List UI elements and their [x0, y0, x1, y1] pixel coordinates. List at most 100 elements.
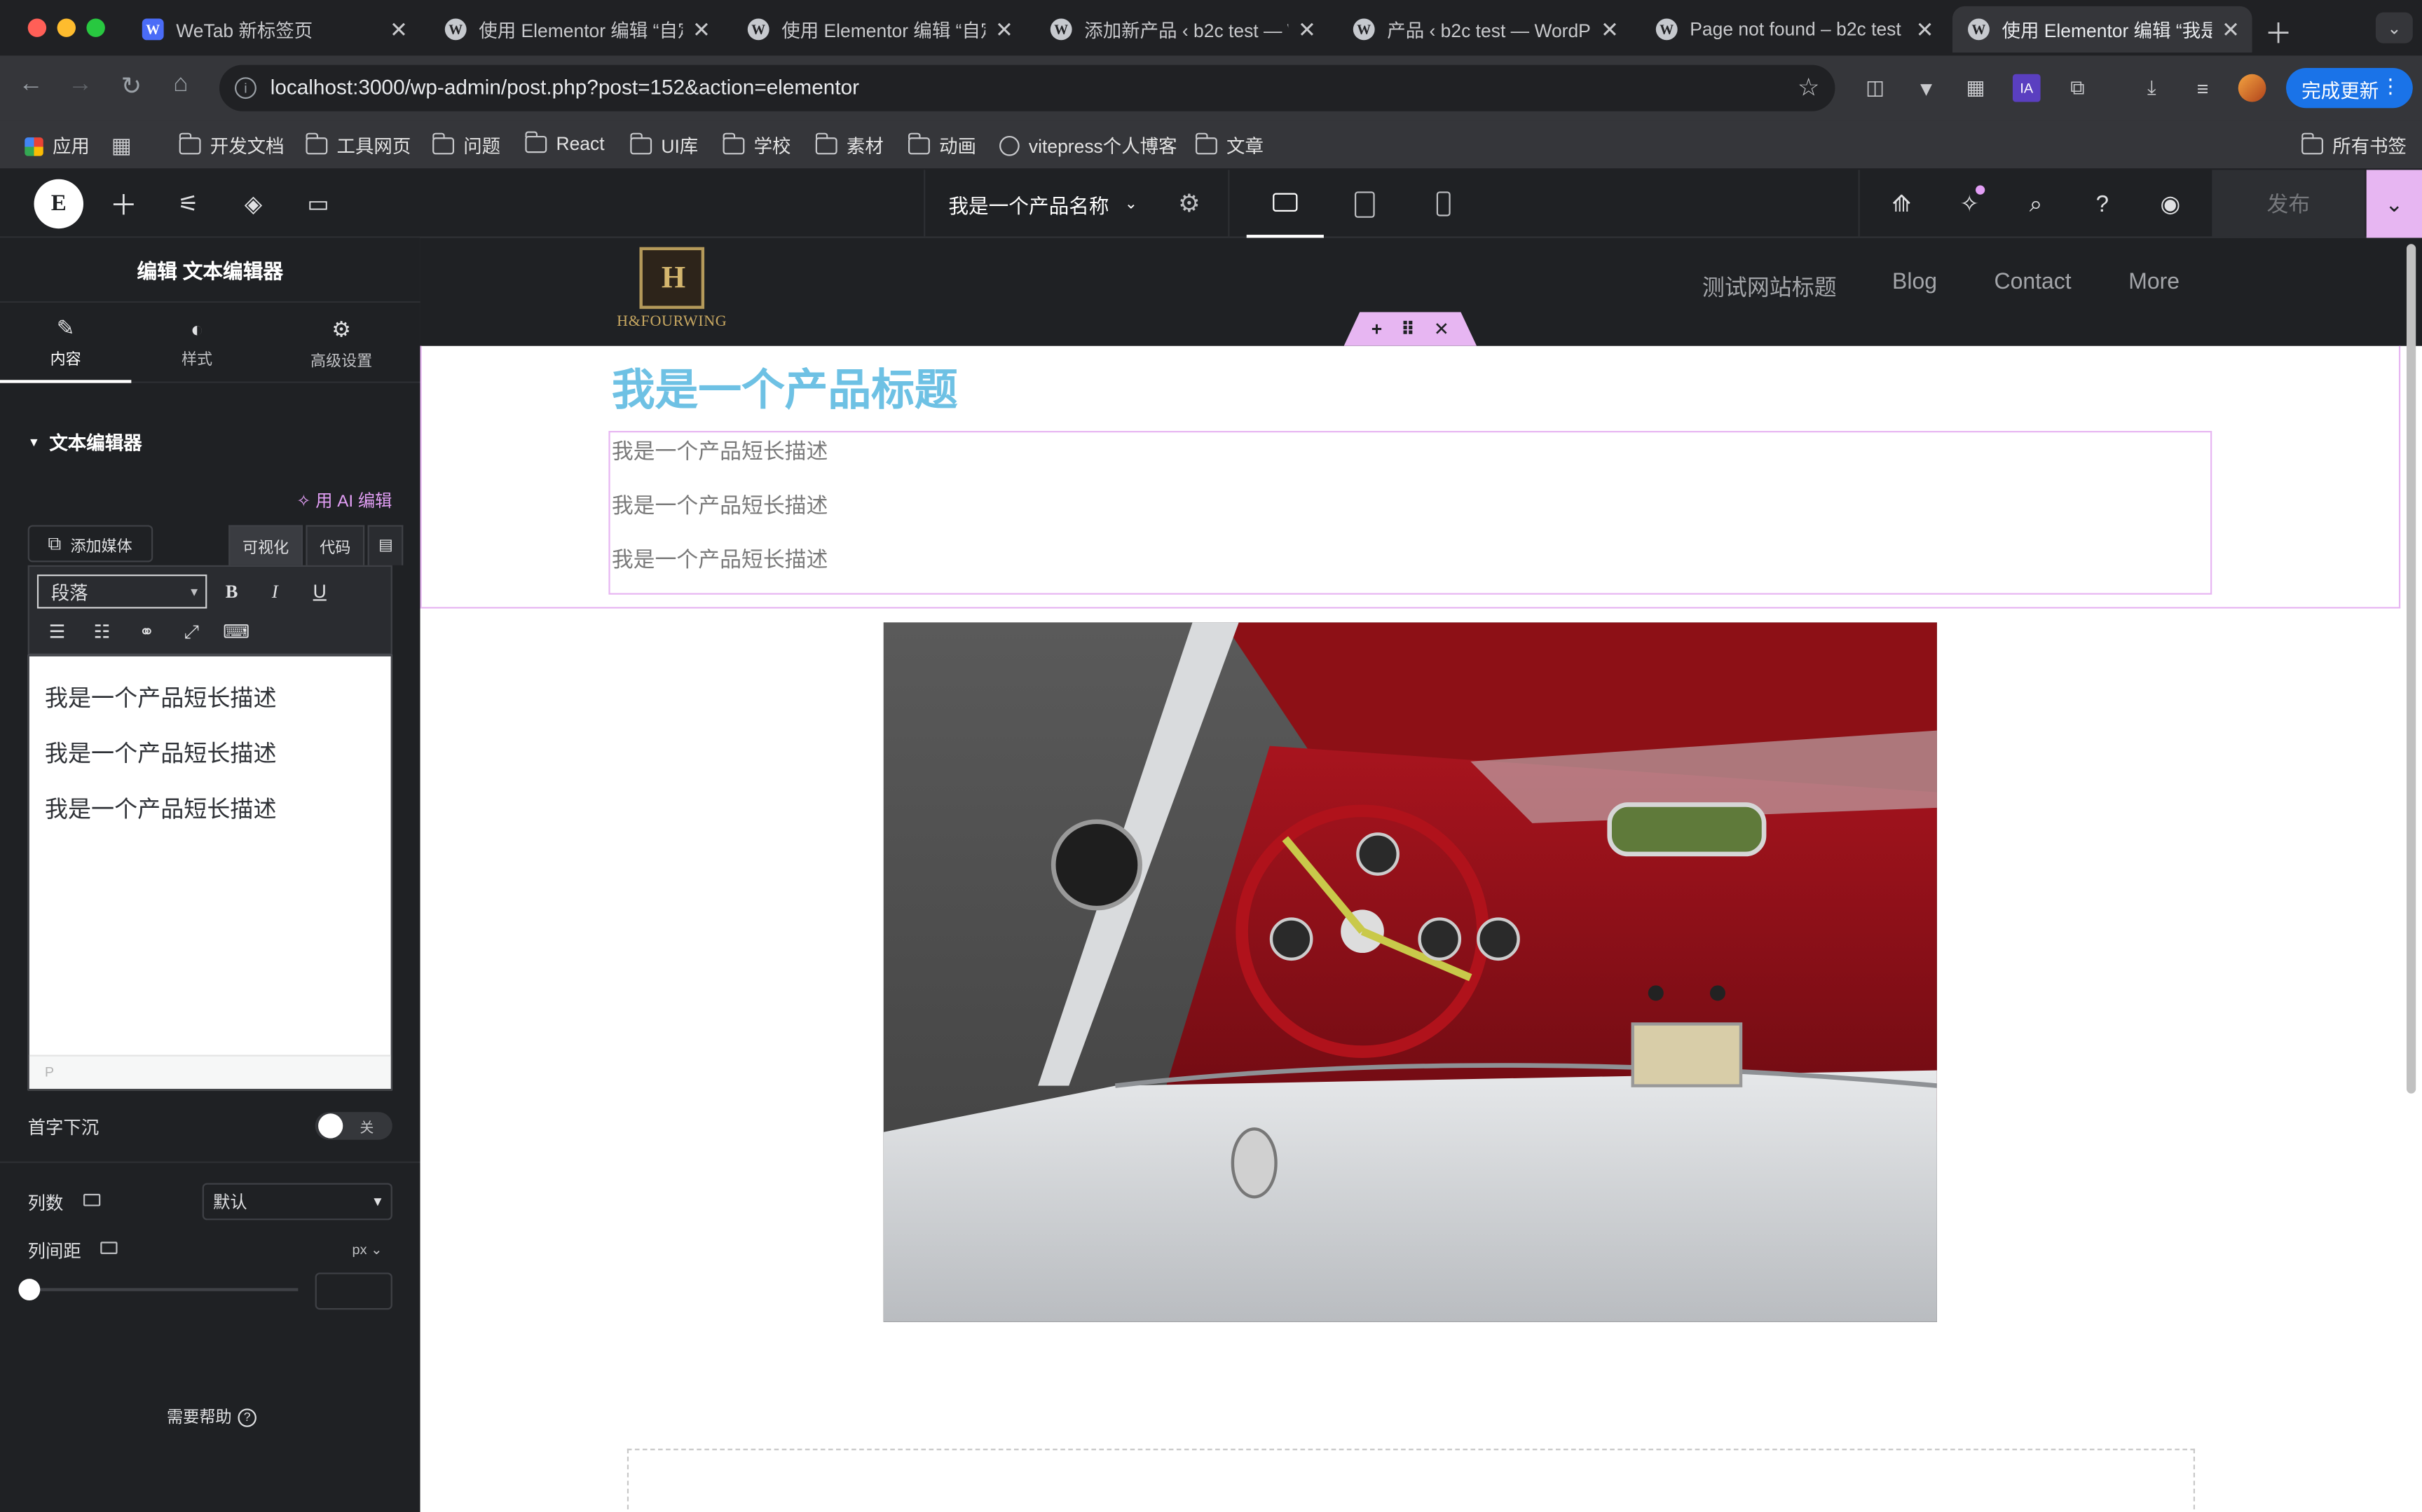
columns-select[interactable]: 默认: [202, 1183, 392, 1221]
nav-link[interactable]: Contact: [1994, 270, 2071, 295]
help-link[interactable]: 需要帮助 ?: [167, 1406, 256, 1429]
fullscreen-icon[interactable]: ⤢: [177, 618, 205, 646]
close-tab-icon[interactable]: ✕: [1601, 16, 1619, 42]
selected-widget-outline[interactable]: [608, 430, 2212, 595]
browser-tab[interactable]: W WeTab 新标签页 ✕: [127, 6, 420, 53]
close-tab-icon[interactable]: ✕: [2222, 16, 2240, 42]
bookmark-folder[interactable]: 学校: [723, 132, 791, 159]
new-tab-button[interactable]: ＋: [2264, 13, 2292, 53]
bookmark-folder[interactable]: UI库: [630, 132, 698, 159]
delete-section-icon[interactable]: ✕: [1434, 318, 1449, 340]
back-icon[interactable]: ←: [14, 71, 48, 99]
bookmark-star-icon[interactable]: ☆: [1798, 73, 1820, 104]
close-tab-icon[interactable]: ✕: [995, 16, 1013, 42]
forward-icon[interactable]: →: [63, 71, 97, 99]
home-icon[interactable]: ⌂: [164, 71, 198, 99]
close-tab-icon[interactable]: ✕: [1298, 16, 1316, 42]
add-section-dropzone[interactable]: [627, 1448, 2196, 1512]
ai-edit-button[interactable]: ✧ 用 AI 编辑: [296, 488, 392, 513]
browser-tab[interactable]: W 产品 ‹ b2c test — WordPr ✕: [1338, 6, 1631, 53]
extensions-puzzle-icon[interactable]: ⧉: [2064, 74, 2092, 102]
bookmark-folder[interactable]: 文章: [1195, 132, 1264, 159]
bookmark-folder[interactable]: React: [525, 130, 605, 154]
tablet-view-button[interactable]: [1325, 170, 1402, 238]
site-info-icon[interactable]: i: [235, 77, 256, 99]
preview-scrollbar[interactable]: [2406, 244, 2416, 1094]
bullet-list-icon[interactable]: ☰: [43, 618, 71, 646]
link-icon[interactable]: ⚭: [133, 618, 161, 646]
slider-handle[interactable]: [18, 1279, 41, 1301]
add-element-icon[interactable]: ＋: [108, 188, 139, 221]
add-media-button[interactable]: ⧉ 添加媒体: [27, 525, 153, 563]
browser-tab-active[interactable]: W 使用 Elementor 编辑 “我是 ✕: [1952, 6, 2252, 53]
page-settings-gear-icon[interactable]: ⚙: [1178, 188, 1200, 219]
site-logo[interactable]: H H&FOURWING: [608, 247, 735, 337]
help-icon[interactable]: ?: [2087, 188, 2118, 219]
product-title[interactable]: 我是一个产品标题: [612, 357, 958, 418]
reload-icon[interactable]: ↻: [114, 71, 148, 102]
close-tab-icon[interactable]: ✕: [692, 16, 711, 42]
close-window-button[interactable]: [27, 18, 47, 37]
numbered-list-icon[interactable]: ☷: [88, 618, 116, 646]
section-toggle[interactable]: ▼ 文本编辑器: [28, 429, 142, 455]
italic-icon[interactable]: I: [261, 577, 289, 605]
product-image-car[interactable]: [883, 622, 1937, 1322]
bookmark-folder[interactable]: 问题: [432, 132, 500, 159]
responsive-desktop-icon[interactable]: [100, 1242, 118, 1254]
underline-icon[interactable]: U: [306, 577, 334, 605]
qr-code-icon[interactable]: ▦: [1962, 74, 1990, 102]
address-bar[interactable]: i localhost:3000/wp-admin/post.php?post=…: [219, 64, 1835, 111]
reading-list-icon[interactable]: ≡: [2189, 74, 2217, 102]
tab-visual[interactable]: 可视化: [228, 525, 303, 565]
rich-text-editor[interactable]: 我是一个产品短长描述 我是一个产品短长描述 我是一个产品短长描述 P: [27, 654, 392, 1091]
nav-link[interactable]: More: [2128, 270, 2180, 295]
notes-icon[interactable]: ▭: [303, 188, 334, 219]
browser-tab[interactable]: W 使用 Elementor 编辑 “自定 ✕: [732, 6, 1026, 53]
mobile-view-button[interactable]: [1404, 170, 1482, 238]
browser-tab[interactable]: W Page not found – b2c test ✕: [1641, 6, 1946, 53]
tab-code[interactable]: 代码: [306, 525, 365, 565]
format-select[interactable]: 段落: [36, 574, 207, 609]
nav-link[interactable]: Blog: [1892, 270, 1937, 295]
publish-options-button[interactable]: ⌄: [2366, 170, 2422, 238]
profile-avatar[interactable]: [2238, 74, 2266, 102]
extension-icon[interactable]: ◫: [1861, 74, 1889, 102]
toolbar-toggle-icon[interactable]: ▤: [367, 525, 404, 565]
minimize-window-button[interactable]: [57, 18, 76, 37]
tab-style[interactable]: ◐ 样式: [131, 303, 262, 383]
page-selector[interactable]: 我是一个产品名称 ⌄ ⚙: [924, 170, 1230, 238]
vue-devtools-icon[interactable]: ▼: [1913, 74, 1941, 102]
responsive-desktop-icon[interactable]: [83, 1193, 101, 1207]
close-tab-icon[interactable]: ✕: [1916, 16, 1934, 42]
tab-content[interactable]: ✎ 内容: [0, 303, 132, 383]
tab-advanced[interactable]: ⚙ 高级设置: [263, 303, 420, 383]
browser-tab[interactable]: W 添加新产品 ‹ b2c test — W ✕: [1035, 6, 1329, 53]
bookmark-folder[interactable]: 素材: [815, 132, 884, 159]
bookmark-folder[interactable]: 工具网页: [306, 132, 411, 159]
section-handle[interactable]: + ⠿ ✕: [1343, 312, 1477, 346]
close-tab-icon[interactable]: ✕: [390, 16, 408, 42]
elementor-logo-icon[interactable]: E: [34, 179, 84, 229]
bookmark-link[interactable]: vitepress个人博客: [999, 133, 1177, 159]
unit-selector[interactable]: px ⌄: [353, 1242, 383, 1258]
column-gap-input[interactable]: [315, 1272, 392, 1310]
preview-eye-icon[interactable]: ◉: [2155, 188, 2186, 219]
update-chrome-button[interactable]: 完成更新 ⋮: [2286, 67, 2413, 109]
ia-extension-icon[interactable]: IA: [2012, 74, 2041, 102]
keyboard-icon[interactable]: ⌨: [222, 618, 250, 646]
more-menu-icon[interactable]: ⋮: [2381, 74, 2401, 99]
bookmark-folder[interactable]: 动画: [908, 132, 976, 159]
nav-link[interactable]: 测试网站标题: [1702, 270, 1837, 303]
column-gap-slider[interactable]: [18, 1279, 299, 1301]
structure-layers-icon[interactable]: ◈: [238, 188, 268, 219]
drag-handle-icon[interactable]: ⠿: [1401, 318, 1416, 340]
maximize-window-button[interactable]: [86, 18, 105, 37]
tab-groups-icon[interactable]: ▦: [111, 133, 132, 159]
search-icon[interactable]: ⌕: [2020, 188, 2051, 219]
drop-cap-toggle[interactable]: 关: [315, 1112, 392, 1140]
bold-icon[interactable]: B: [218, 577, 246, 605]
whats-new-icon[interactable]: ✧: [1954, 185, 1985, 219]
all-bookmarks[interactable]: 所有书签: [2301, 132, 2407, 159]
browser-tab[interactable]: W 使用 Elementor 编辑 “自定 ✕: [430, 6, 723, 53]
tab-search-button[interactable]: ⌄: [2375, 12, 2413, 43]
